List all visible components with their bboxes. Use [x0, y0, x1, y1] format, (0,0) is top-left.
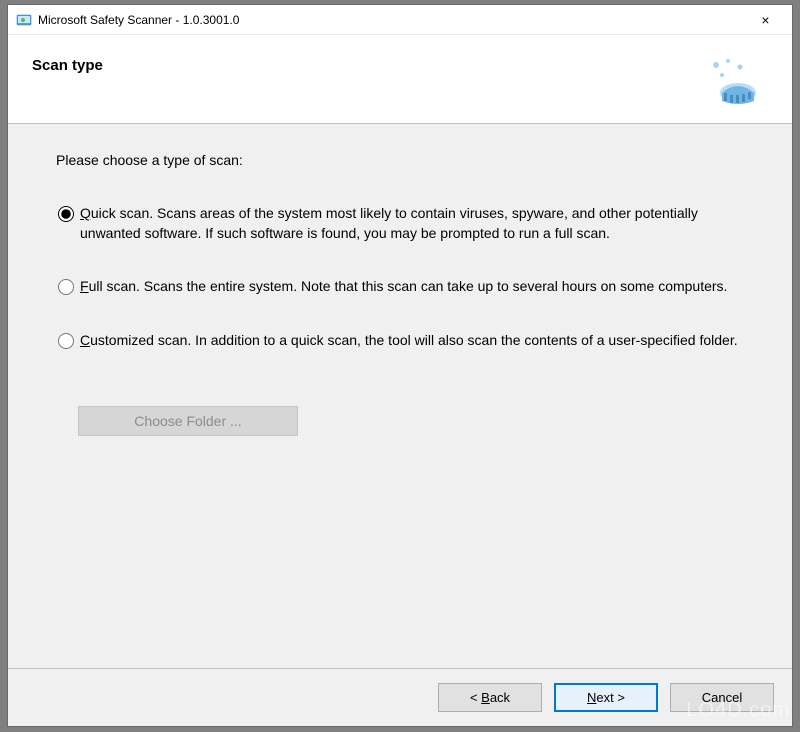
- radio-full-scan-label: Full scan. Scans the entire system. Note…: [80, 277, 727, 297]
- radio-full-scan[interactable]: Full scan. Scans the entire system. Note…: [58, 277, 744, 297]
- choose-folder-wrap: Choose Folder ...: [78, 406, 744, 436]
- page-title: Scan type: [32, 57, 103, 74]
- radio-quick-scan-input[interactable]: [58, 206, 74, 222]
- close-icon: ×: [761, 12, 769, 28]
- wizard-footer: < Back Next > Cancel: [8, 668, 792, 726]
- wizard-header: Scan type: [8, 35, 792, 123]
- scan-type-radio-group: Quick scan. Scans areas of the system mo…: [56, 204, 744, 350]
- choose-folder-button: Choose Folder ...: [78, 406, 298, 436]
- back-button[interactable]: < Back: [438, 683, 542, 712]
- cancel-button[interactable]: Cancel: [670, 683, 774, 712]
- close-button[interactable]: ×: [743, 6, 788, 34]
- radio-quick-scan[interactable]: Quick scan. Scans areas of the system mo…: [58, 204, 744, 243]
- wizard-content: Please choose a type of scan: Quick scan…: [8, 124, 792, 668]
- scanner-icon: [704, 53, 760, 109]
- dialog-window: Microsoft Safety Scanner - 1.0.3001.0 × …: [7, 4, 793, 727]
- next-button[interactable]: Next >: [554, 683, 658, 712]
- prompt-text: Please choose a type of scan:: [56, 152, 744, 168]
- titlebar: Microsoft Safety Scanner - 1.0.3001.0 ×: [8, 5, 792, 35]
- radio-customized-scan-input[interactable]: [58, 333, 74, 349]
- radio-customized-scan-label: Customized scan. In addition to a quick …: [80, 331, 738, 351]
- radio-full-scan-input[interactable]: [58, 279, 74, 295]
- radio-customized-scan[interactable]: Customized scan. In addition to a quick …: [58, 331, 744, 351]
- app-icon: [16, 12, 32, 28]
- radio-quick-scan-label: Quick scan. Scans areas of the system mo…: [80, 204, 744, 243]
- window-title: Microsoft Safety Scanner - 1.0.3001.0: [38, 13, 743, 27]
